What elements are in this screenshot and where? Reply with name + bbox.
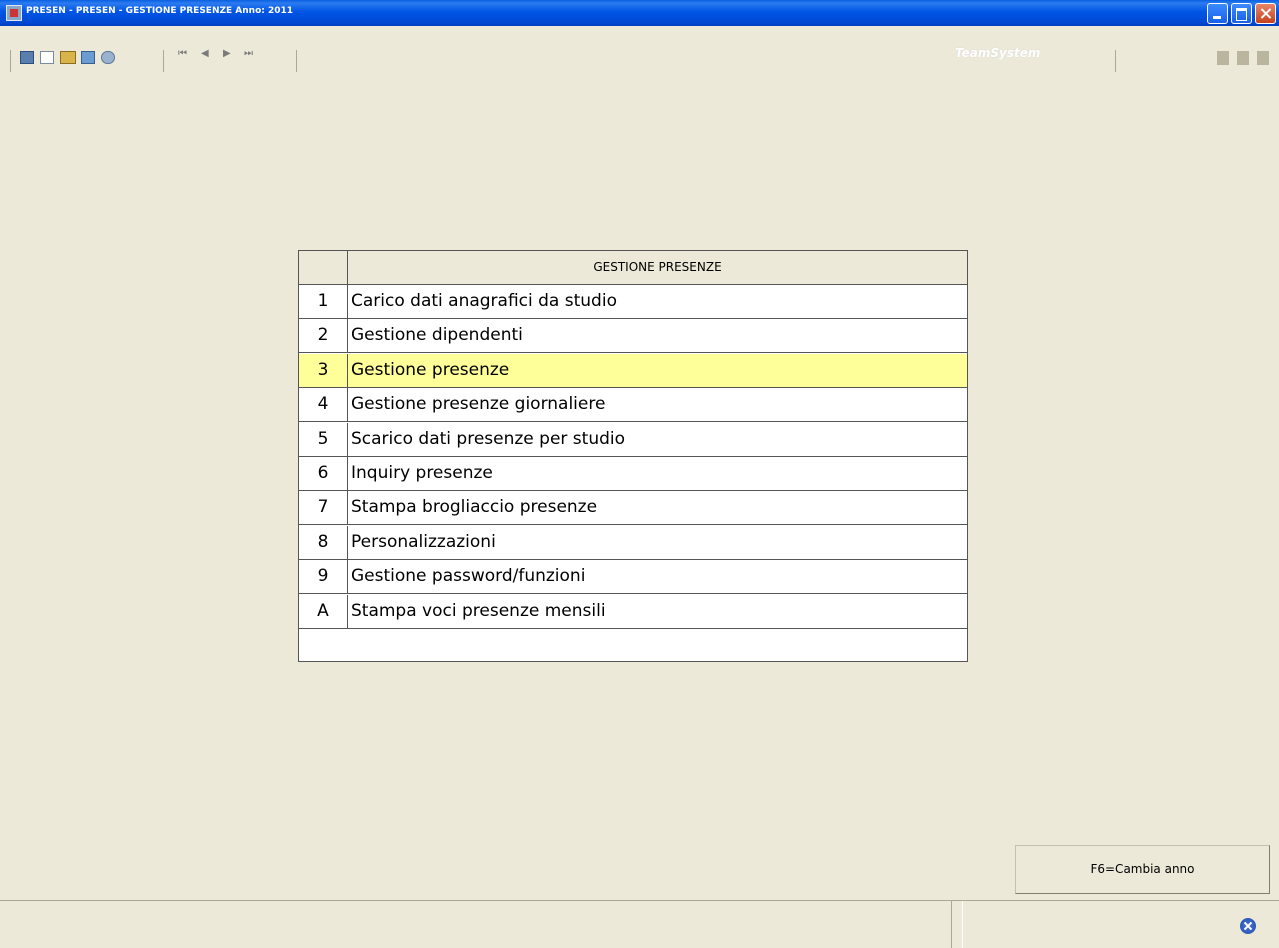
menu-item-key: 5 [299, 422, 348, 456]
window-title: PRESEN - PRESEN - GESTIONE PRESENZE Anno… [26, 6, 294, 16]
menu-item-label: Stampa voci presenze mensili [351, 600, 606, 621]
toolbar-separator [296, 50, 297, 72]
menu-item-key: 4 [299, 388, 348, 422]
menu-item-label: Scarico dati presenze per studio [351, 428, 626, 449]
menu-item-label: Gestione presenze [351, 359, 510, 380]
menu-item-label: Personalizzazioni [351, 531, 496, 552]
toolbar-separator [163, 50, 164, 72]
nav-first-button[interactable]: ⏮ [178, 48, 187, 59]
menu-item-a[interactable]: A Stampa voci presenze mensili [299, 594, 967, 629]
menu-item-label: Gestione presenze giornaliere [351, 394, 606, 415]
app-icon [6, 5, 22, 21]
menu-item-key: 8 [299, 525, 348, 559]
menu-header-key-cell [299, 251, 348, 284]
menu-item-5[interactable]: 5 Scarico dati presenze per studio [299, 422, 967, 457]
menu-item-label: Inquiry presenze [351, 463, 493, 483]
save-icon[interactable] [20, 51, 34, 64]
menu-item-key: 2 [299, 319, 348, 353]
info-icon[interactable] [1217, 51, 1229, 65]
menu-item-key: A [299, 594, 348, 628]
menu-item-key: 7 [299, 491, 348, 525]
nav-next-button[interactable]: ▶ [223, 48, 231, 59]
menu-item-label: Gestione password/funzioni [351, 566, 586, 587]
maximize-button[interactable] [1231, 3, 1252, 24]
status-panel-right [962, 901, 1279, 948]
copy-icon[interactable] [81, 51, 95, 64]
toolbar: ⏮ ◀ ▶ ⏭ TeamSystem [0, 26, 1279, 72]
menu-item-label: Gestione dipendenti [351, 325, 523, 346]
brand-logo: TeamSystem [955, 46, 1041, 60]
change-year-button[interactable]: F6=Cambia anno [1015, 845, 1270, 894]
toolbar-separator [1115, 50, 1116, 72]
menu-item-3[interactable]: 3 Gestione presenze [299, 353, 967, 388]
nav-prev-button[interactable]: ◀ [201, 48, 209, 59]
menu-title: GESTIONE PRESENZE [593, 260, 722, 274]
menu-item-key: 9 [299, 560, 348, 594]
menu-item-2[interactable]: 2 Gestione dipendenti [299, 319, 967, 354]
menu-item-label: Stampa brogliaccio presenze [351, 497, 598, 518]
main-menu-table: GESTIONE PRESENZE 1 Carico dati anagrafic… [298, 250, 968, 662]
toolbar-separator [10, 50, 11, 72]
forward-icon[interactable] [1237, 51, 1249, 65]
menu-empty-row [299, 629, 967, 663]
nav-last-button[interactable]: ⏭ [244, 48, 253, 59]
refresh-icon[interactable] [101, 51, 115, 64]
minimize-button[interactable] [1207, 3, 1228, 24]
menu-item-6[interactable]: 6 Inquiry presenze [299, 457, 967, 491]
menu-item-4[interactable]: 4 Gestione presenze giornaliere [299, 388, 967, 423]
menu-item-8[interactable]: 8 Personalizzazioni [299, 525, 967, 560]
menu-item-key: 6 [299, 457, 348, 490]
title-bar: PRESEN - PRESEN - GESTIONE PRESENZE Anno… [0, 0, 1279, 26]
menu-item-9[interactable]: 9 Gestione password/funzioni [299, 560, 967, 595]
menu-item-key: 3 [299, 353, 348, 387]
folder-icon[interactable] [60, 51, 76, 64]
print-preview-icon[interactable] [40, 51, 54, 64]
close-window-button[interactable] [1255, 3, 1276, 24]
exit-icon[interactable] [1240, 918, 1256, 934]
menu-item-label: Carico dati anagrafici da studio [351, 291, 617, 311]
menu-item-key: 1 [299, 285, 348, 318]
menu-header-row: GESTIONE PRESENZE [299, 251, 967, 285]
status-bar [0, 900, 1279, 948]
menu-item-1[interactable]: 1 Carico dati anagrafici da studio [299, 285, 967, 319]
help-icon[interactable] [1257, 51, 1269, 65]
menu-item-7[interactable]: 7 Stampa brogliaccio presenze [299, 491, 967, 526]
status-panel-left [0, 901, 952, 948]
